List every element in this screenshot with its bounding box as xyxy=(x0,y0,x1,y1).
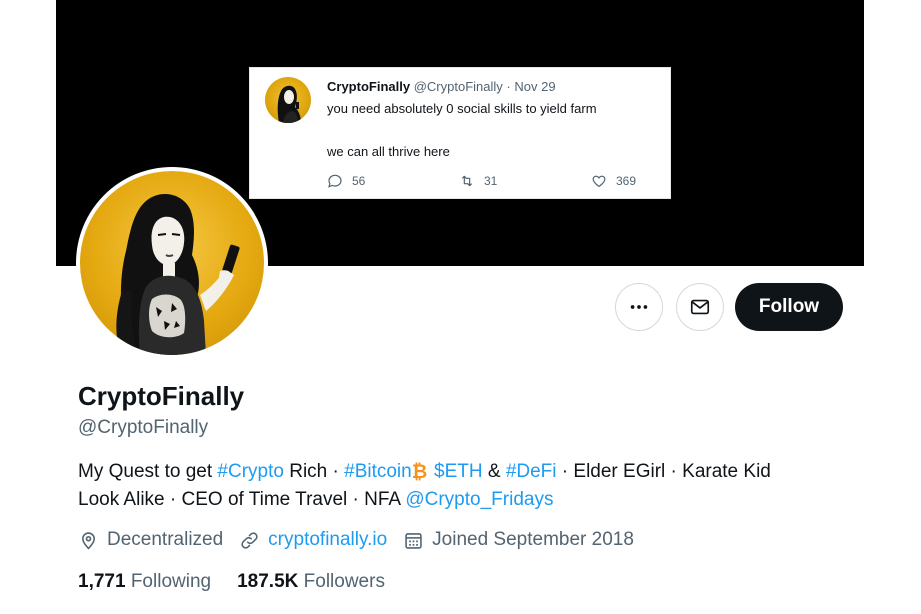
tweet-header: CryptoFinally @CryptoFinally · Nov 29 xyxy=(327,79,556,94)
profile-meta: Decentralized cryptofinally.io Joined Se… xyxy=(78,527,650,553)
like-count: 369 xyxy=(616,174,637,188)
following-label: Following xyxy=(130,571,212,592)
profile-avatar-ring[interactable] xyxy=(76,167,268,359)
tweet-reply-action: 56 xyxy=(327,173,365,189)
bio-text: & xyxy=(482,461,506,482)
tweet-actions: 56 31 369 xyxy=(327,173,657,191)
more-options-button[interactable] xyxy=(615,283,663,331)
tweet-author-handle: @CryptoFinally xyxy=(413,79,503,94)
bio-text: Rich · xyxy=(283,461,345,482)
bio-text: My Quest to get xyxy=(78,461,218,482)
retweet-icon xyxy=(461,175,473,187)
profile-name: CryptoFinally xyxy=(78,381,245,411)
joined-item: Joined September 2018 xyxy=(403,529,634,551)
website-link[interactable]: cryptofinally.io xyxy=(268,529,387,551)
calendar-icon xyxy=(405,532,422,549)
more-dots-icon xyxy=(630,305,648,309)
message-button[interactable] xyxy=(676,283,724,331)
bitcoin-icon: ₿ xyxy=(411,462,428,483)
following-link[interactable]: 1,771 Following xyxy=(78,571,211,593)
website-item: cryptofinally.io xyxy=(239,529,387,551)
hashtag-crypto[interactable]: #Crypto xyxy=(217,461,284,482)
banner-tweet-card: CryptoFinally @CryptoFinally · Nov 29 yo… xyxy=(249,67,671,199)
tweet-retweet-action: 31 xyxy=(459,173,497,189)
tweet-avatar xyxy=(265,77,311,123)
hashtag-defi[interactable]: #DeFi xyxy=(506,461,557,482)
following-count: 1,771 xyxy=(78,571,126,592)
tweet-like-action: 369 xyxy=(591,173,636,189)
link-icon xyxy=(241,531,258,549)
joined-text: Joined September 2018 xyxy=(432,529,634,550)
followers-label: Followers xyxy=(303,571,385,592)
cashtag-eth[interactable]: $ETH xyxy=(434,461,483,482)
follow-stats: 1,771 Following 187.5K Followers xyxy=(78,571,385,593)
tweet-text-line-1: you need absolutely 0 social skills to y… xyxy=(327,101,597,116)
tweet-separator: · xyxy=(506,79,511,94)
profile-bio: My Quest to get #Crypto Rich · #Bitcoin₿… xyxy=(78,458,848,514)
profile-handle: @CryptoFinally xyxy=(78,417,209,438)
avatar[interactable] xyxy=(80,171,264,355)
envelope-icon xyxy=(690,299,710,315)
retweet-count: 31 xyxy=(484,174,498,188)
tweet-text-line-2: we can all thrive here xyxy=(327,144,450,159)
reply-count: 56 xyxy=(352,174,366,188)
tweet-author-name[interactable]: CryptoFinally xyxy=(327,79,410,94)
location-item: Decentralized xyxy=(78,529,223,551)
reply-icon xyxy=(328,174,342,188)
location-text: Decentralized xyxy=(107,529,224,550)
followers-link[interactable]: 187.5K Followers xyxy=(237,571,385,593)
hashtag-bitcoin[interactable]: #Bitcoin xyxy=(344,461,412,482)
followers-count: 187.5K xyxy=(237,571,299,592)
mention-crypto-fridays[interactable]: @Crypto_Fridays xyxy=(405,489,553,510)
tweet-date: Nov 29 xyxy=(514,79,556,94)
follow-button[interactable]: Follow xyxy=(735,283,843,331)
bio-text: Look Alike · CEO of Time Travel · NFA xyxy=(78,489,406,510)
heart-icon xyxy=(592,175,606,188)
location-pin-icon xyxy=(82,531,95,549)
bio-text: · Elder EGirl · Karate Kid xyxy=(556,461,771,482)
